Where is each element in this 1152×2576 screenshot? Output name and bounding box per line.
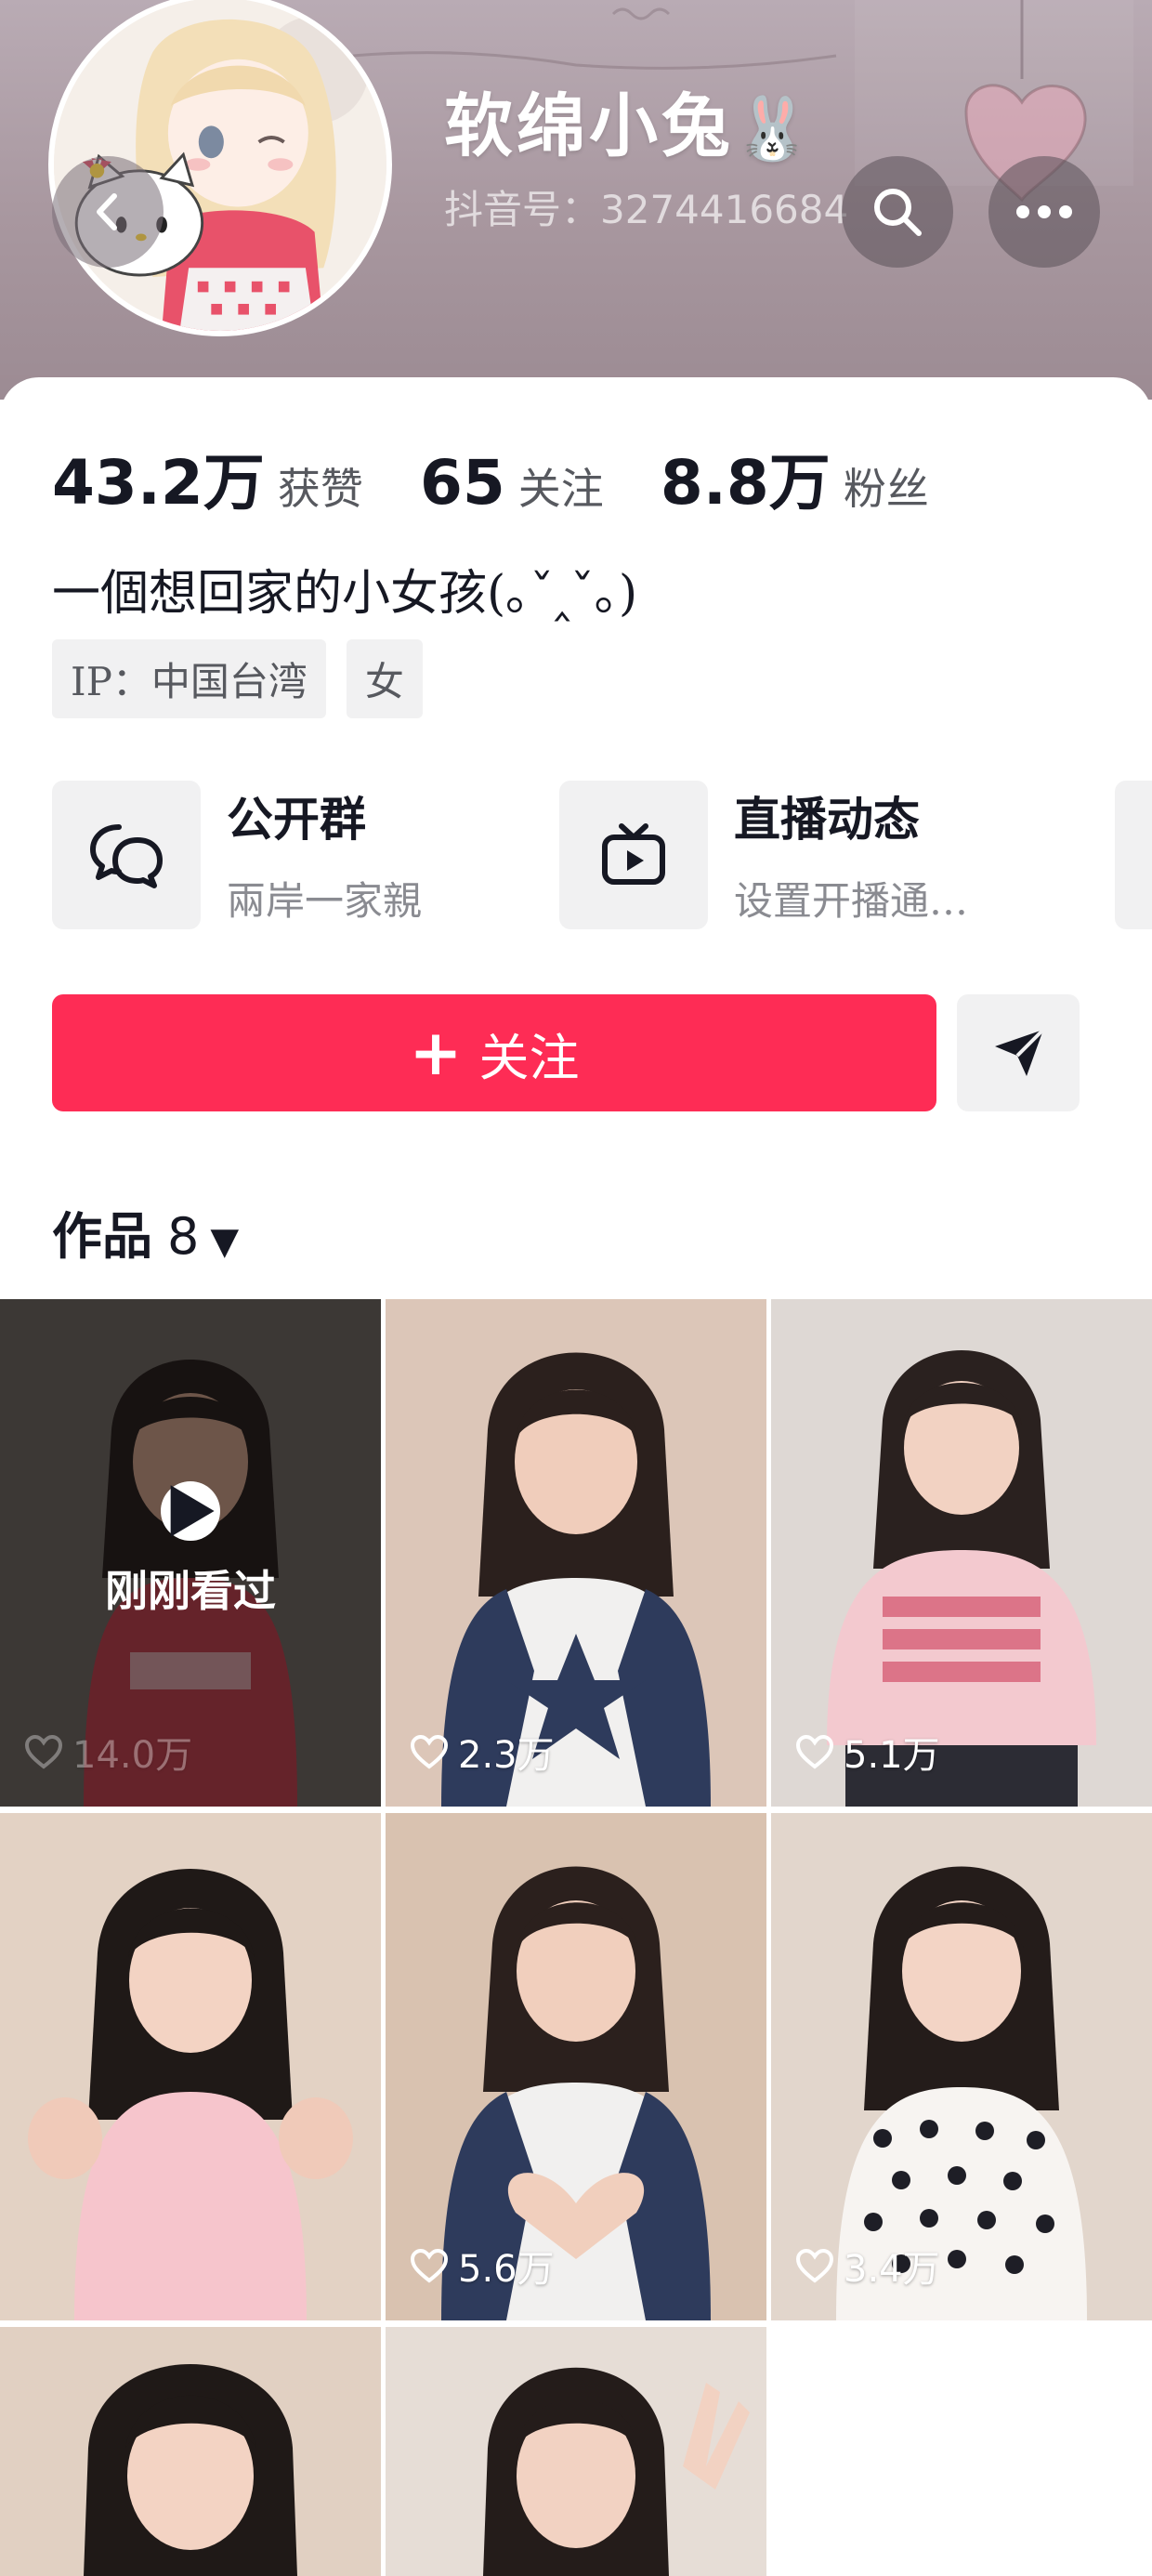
works-tab[interactable]: 作品 8 ▼ <box>52 1195 239 1268</box>
stat-following[interactable]: 65 关注 <box>420 447 604 519</box>
chat-bubbles-icon <box>90 824 163 888</box>
video-cover-image <box>0 1813 381 2320</box>
followers-count: 8.8万 <box>660 447 831 519</box>
profile-card: 43.2万 获赞 65 关注 8.8万 粉丝 一個想回家的小女孩(｡ˇ‸ˇ｡) IP：… <box>0 377 1152 1307</box>
video-like-count: 5.6万 <box>410 2239 555 2293</box>
chevron-left-icon <box>97 193 117 230</box>
followers-label: 粉丝 <box>843 464 929 514</box>
next-feature-entry-edge[interactable] <box>1115 781 1152 929</box>
recently-viewed-label: 刚刚看过 <box>105 1566 276 1616</box>
live-updates-title: 直播动态 <box>734 792 920 847</box>
like-count-text: 14.0万 <box>72 1734 193 1777</box>
follow-label: 关注 <box>478 1028 580 1087</box>
back-button[interactable] <box>52 156 164 268</box>
search-icon <box>874 189 922 236</box>
nickname-text: 软绵小兔 <box>444 86 734 166</box>
profile-tags: IP：中国台湾女 <box>52 639 443 718</box>
recently-viewed-overlay: 刚刚看过 <box>0 1481 381 1619</box>
video-thumbnail[interactable]: 刚刚看过 14.0万 <box>0 1299 381 1807</box>
stat-likes[interactable]: 43.2万 获赞 <box>52 433 363 522</box>
video-thumbnail[interactable]: 3.4万 <box>771 1813 1152 2320</box>
ip-location-tag: IP：中国台湾 <box>52 639 326 718</box>
share-button[interactable] <box>957 994 1080 1111</box>
video-cover-image <box>386 2327 766 2576</box>
profile-stats: 43.2万 获赞 65 关注 8.8万 粉丝 <box>52 433 981 522</box>
video-cover-image <box>0 2327 381 2576</box>
video-thumbnail[interactable]: 5.6万 <box>386 1813 766 2320</box>
public-group-subtitle: 兩岸一家親 <box>227 878 423 924</box>
video-thumbnail[interactable] <box>0 2327 381 2576</box>
video-thumbnail[interactable]: 5.1万 <box>771 1299 1152 1807</box>
video-like-count: 3.4万 <box>795 2239 940 2293</box>
like-count-text: 2.3万 <box>458 1734 555 1777</box>
likes-count: 43.2万 <box>52 447 265 519</box>
play-icon <box>161 1481 220 1541</box>
more-horizontal-icon <box>1016 205 1072 218</box>
video-like-count: 14.0万 <box>24 1725 192 1779</box>
more-button[interactable] <box>988 156 1100 268</box>
works-count: 8 <box>167 1207 200 1266</box>
send-icon <box>995 1028 1045 1076</box>
like-count-text: 5.1万 <box>844 1734 940 1777</box>
following-label: 关注 <box>517 464 604 514</box>
heart-icon <box>795 2248 834 2283</box>
gender-tag: 女 <box>346 639 423 718</box>
live-updates-entry[interactable]: 直播动态 设置开播通… <box>559 781 1080 929</box>
like-count-text: 3.4万 <box>844 2248 940 2291</box>
video-like-count: 2.3万 <box>410 1725 555 1779</box>
live-updates-icon-box <box>559 781 708 929</box>
plus-icon: + <box>409 1016 463 1090</box>
stat-followers[interactable]: 8.8万 粉丝 <box>661 433 929 522</box>
video-thumbnail[interactable]: 2.3万 <box>386 1299 766 1807</box>
heart-icon <box>795 1734 834 1769</box>
profile-bio: 一個想回家的小女孩(｡ˇ‸ˇ｡) <box>52 566 638 622</box>
profile-header: 软绵小兔🐰 抖音号：3274416684 <box>0 0 1152 400</box>
following-count: 65 <box>419 447 505 519</box>
profile-nickname: 软绵小兔🐰 <box>444 71 814 170</box>
likes-label: 获赞 <box>277 464 363 514</box>
works-label: 作品 <box>52 1206 152 1266</box>
live-updates-subtitle: 设置开播通… <box>734 878 969 924</box>
heart-icon <box>410 1734 449 1769</box>
follow-button[interactable]: + 关注 <box>52 994 936 1111</box>
rabbit-emoji-icon: 🐰 <box>734 92 815 164</box>
public-group-title: 公开群 <box>227 792 366 847</box>
heart-icon <box>410 2248 449 2283</box>
public-group-entry[interactable]: 公开群 兩岸一家親 <box>52 781 517 929</box>
caret-down-icon: ▼ <box>210 1219 240 1263</box>
tv-play-icon <box>602 823 665 885</box>
like-count-text: 5.6万 <box>458 2248 555 2291</box>
public-group-icon-box <box>52 781 201 929</box>
search-button[interactable] <box>842 156 953 268</box>
video-thumbnail[interactable] <box>386 2327 766 2576</box>
video-like-count: 5.1万 <box>795 1725 940 1779</box>
heart-icon <box>24 1734 63 1769</box>
video-thumbnail[interactable] <box>0 1813 381 2320</box>
